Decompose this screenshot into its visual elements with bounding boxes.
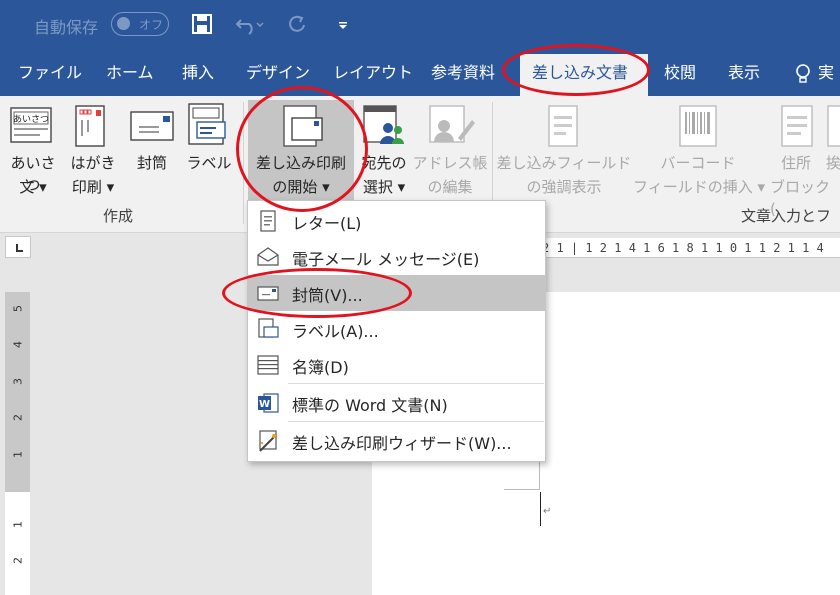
greeting-line-label: 挨: [826, 154, 840, 172]
labels-label: ラベル: [186, 154, 232, 172]
vertical-ruler-number: 2: [11, 414, 25, 421]
vertical-ruler-number: 4: [11, 341, 25, 348]
envelopes-label: 封筒: [136, 154, 167, 172]
tab-layout[interactable]: レイアウト: [333, 62, 413, 84]
tab-file[interactable]: ファイル: [18, 62, 82, 84]
menu-item-label: レター(L): [292, 214, 362, 233]
undo-icon[interactable]: [235, 12, 265, 36]
letter-icon: [260, 210, 276, 232]
mail-merge-wizard-icon: [259, 430, 277, 452]
tab-insert[interactable]: 挿入: [182, 62, 214, 84]
title-bar: 自動保存 オフ: [0, 0, 840, 52]
postcard-icon: [75, 105, 105, 147]
menu-separator: [288, 421, 544, 422]
select-recipients-line2: 選択 ▾: [362, 178, 406, 196]
tab-stop-selector[interactable]: [5, 236, 31, 258]
menu-item-label: ラベル(A)...: [292, 322, 379, 341]
text-cursor: [540, 492, 541, 526]
tab-review[interactable]: 校閲: [664, 62, 696, 84]
create-group-label: 作成: [103, 207, 134, 225]
vertical-ruler-number: 1: [11, 451, 25, 458]
highlight-fields-line2: の強調表示: [526, 178, 602, 196]
vertical-ruler-number: 2: [11, 557, 25, 564]
annotation-circle-start-mail-merge: [236, 86, 368, 212]
vertical-ruler-number: 1: [11, 521, 25, 528]
postcard-line2: 印刷 ▾: [71, 178, 115, 196]
menu-item-label: 電子メール メッセージ(E): [292, 250, 480, 269]
highlight-fields-line1: 差し込みフィールド: [496, 154, 632, 172]
menu-item-normal-word-document[interactable]: W 標準の Word 文書(N): [248, 385, 545, 421]
edit-recipients-line2: の編集: [427, 178, 473, 196]
left-tab-icon: [16, 244, 23, 252]
vertical-ruler-number: 5: [11, 305, 25, 312]
greeting-letter-line2: 文 ▾: [19, 178, 47, 196]
tab-design[interactable]: デザイン: [246, 62, 310, 84]
start-mail-merge-menu: レター(L) 電子メール メッセージ(E) 封筒(V)... ラベル(A)...…: [247, 200, 546, 462]
menu-separator: [288, 383, 544, 384]
tab-references[interactable]: 参考資料: [431, 62, 495, 84]
vertical-ruler-margin: [5, 292, 30, 492]
edit-recipients-line1: アドレス帳: [412, 154, 488, 172]
save-icon[interactable]: [191, 12, 213, 36]
greeting-letter-icon: あいさつ: [10, 107, 52, 143]
annotation-circle-mailings-tab: [502, 44, 650, 96]
tab-tell-me[interactable]: 実: [818, 62, 834, 84]
menu-item-label: 標準の Word 文書(N): [292, 396, 448, 415]
highlight-fields-icon: [548, 105, 578, 147]
address-block-line1: 住所: [780, 154, 811, 172]
barcode-line2: フィールドの挿入 ▾: [633, 178, 765, 196]
edit-recipients-icon: [429, 105, 475, 143]
address-block-icon: [781, 105, 813, 147]
menu-item-directory[interactable]: 名簿(D): [248, 347, 545, 383]
toggle-state-label: オフ: [139, 18, 164, 32]
menu-item-label: 差し込み印刷ウィザード(W)...: [292, 434, 512, 453]
barcode-line1: バーコード: [660, 154, 736, 172]
toggle-knob: [117, 17, 130, 30]
annotation-circle-envelopes-item: [222, 268, 412, 318]
directory-icon: [257, 355, 279, 375]
postcard-line1: はがき: [70, 154, 116, 172]
menu-item-mail-merge-wizard[interactable]: 差し込み印刷ウィザード(W)...: [248, 423, 545, 459]
tab-home[interactable]: ホーム: [106, 62, 154, 84]
barcode-icon: [679, 105, 717, 147]
paragraph-mark-icon: ↵: [543, 506, 552, 517]
lightbulb-icon[interactable]: [795, 63, 811, 85]
labels-icon: [188, 103, 226, 145]
envelope-icon: [130, 111, 174, 141]
redo-icon[interactable]: [286, 12, 308, 36]
email-icon: [257, 247, 279, 266]
word-document-icon: W: [258, 393, 279, 413]
menu-item-label: 名簿(D): [292, 358, 349, 377]
autosave-label: 自動保存: [34, 18, 99, 37]
vertical-ruler-number: 3: [11, 378, 25, 385]
customize-qat-icon[interactable]: [336, 12, 350, 36]
greeting-icon-text: あいさつ: [13, 114, 49, 125]
greeting-line-icon: [827, 105, 840, 147]
labels-icon: [258, 318, 279, 338]
svg-text:W: W: [259, 399, 270, 410]
tab-view[interactable]: 表示: [728, 62, 760, 84]
select-recipients-icon: [363, 105, 404, 144]
autosave-toggle[interactable]: オフ: [111, 12, 169, 36]
